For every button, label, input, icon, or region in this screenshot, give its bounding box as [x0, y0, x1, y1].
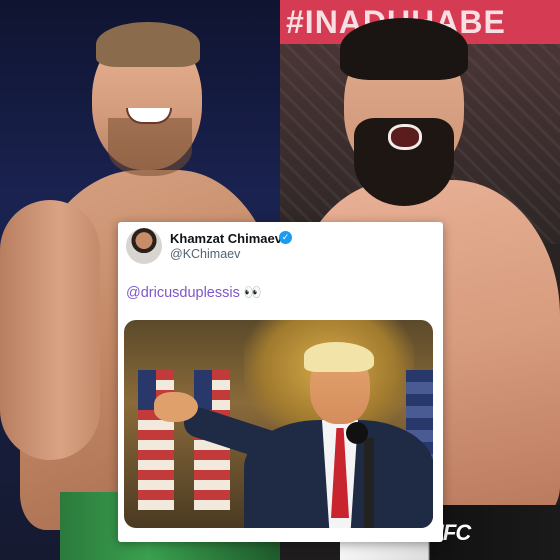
- tweet-card[interactable]: Khamzat Chimaev ✓ @KChimaev @dricusduple…: [118, 222, 443, 542]
- tweet-media-image[interactable]: [124, 320, 433, 528]
- tweet-text: @dricusduplessis 👀: [126, 284, 262, 301]
- speaker-hair: [304, 342, 374, 372]
- right-fighter-mouth: [388, 124, 422, 150]
- author-name[interactable]: Khamzat Chimaev: [170, 231, 282, 246]
- microphone-stand: [364, 438, 374, 528]
- mention-link[interactable]: @dricusduplessis: [126, 285, 240, 301]
- right-fighter-hair: [340, 18, 468, 80]
- microphone-icon: [346, 422, 368, 444]
- avatar[interactable]: [126, 228, 162, 264]
- eyes-emoji: 👀: [243, 285, 262, 301]
- flag-left: [138, 370, 174, 510]
- left-fighter-beard: [108, 118, 192, 176]
- left-fighter-hair: [96, 22, 200, 67]
- pointing-hand: [154, 392, 198, 422]
- author-handle[interactable]: @KChimaev: [170, 247, 240, 261]
- verified-badge-icon: ✓: [279, 231, 292, 244]
- left-fighter-arm: [0, 200, 100, 460]
